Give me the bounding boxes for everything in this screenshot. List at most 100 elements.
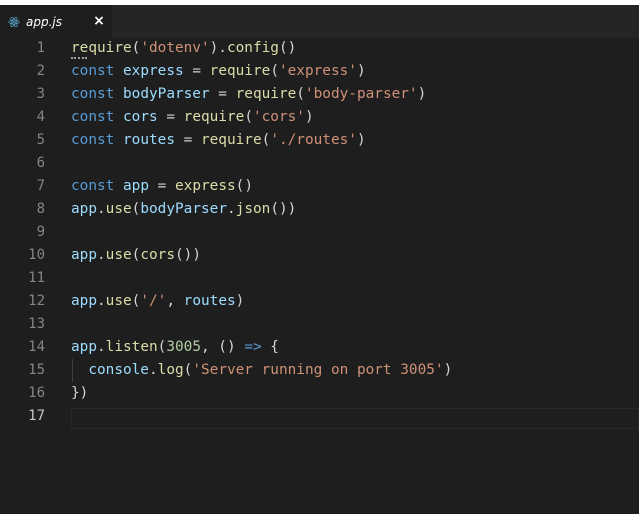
code-token: const (71, 132, 115, 148)
code-line[interactable]: const routes = require('./routes') (71, 129, 366, 152)
code-token: ) (356, 132, 366, 148)
code-token: , (166, 293, 184, 309)
code-token: const (71, 86, 115, 102)
line-number: 5 (36, 132, 45, 148)
line-number: 2 (36, 63, 45, 79)
tab-bar: app.js × (0, 5, 639, 38)
code-token: const (71, 109, 115, 125)
code-token: require (183, 109, 245, 125)
code-line[interactable]: }) (71, 382, 88, 405)
code-token: . (97, 293, 106, 309)
code-token: use (105, 247, 132, 263)
close-icon[interactable]: × (92, 13, 106, 29)
line-number: 10 (28, 247, 45, 263)
code-token: ). (209, 40, 227, 56)
code-token: app (71, 247, 97, 263)
code-token: app (123, 178, 149, 194)
code-token: . (148, 362, 158, 378)
code-token: routes (183, 293, 236, 309)
tab-filename: app.js (26, 14, 62, 29)
code-token: . (97, 201, 106, 217)
line-number: 13 (28, 316, 45, 332)
code-token: 'cors' (252, 109, 305, 125)
line-number: 9 (36, 224, 45, 240)
code-token: bodyParser (140, 201, 227, 217)
code-token: ( (261, 132, 271, 148)
line-number: 1 (36, 40, 45, 56)
code-token: bodyParser (123, 86, 210, 102)
code-line[interactable]: require('dotenv').config() (71, 37, 296, 60)
code-token: listen (105, 339, 158, 355)
line-number: 11 (28, 270, 45, 286)
code-line[interactable]: const app = express() (71, 175, 253, 198)
code-token: app (71, 201, 97, 217)
code-token: () (278, 40, 297, 56)
code-line[interactable]: const express = require('express') (71, 60, 366, 83)
line-number: 14 (28, 339, 45, 355)
code-token: => (244, 339, 262, 355)
code-token: , () (200, 339, 245, 355)
hint-squiggle (71, 54, 87, 59)
code-token: cors (140, 247, 175, 263)
code-token: () (235, 178, 253, 194)
line-number: 4 (36, 109, 45, 125)
code-line[interactable]: app.use(bodyParser.json()) (71, 198, 296, 221)
code-token: = (149, 178, 175, 194)
line-number: 8 (36, 201, 45, 217)
code-token: ( (270, 63, 279, 79)
code-token: ) (417, 86, 427, 102)
code-line[interactable]: app.listen(3005, () => { (71, 336, 279, 359)
code-editor[interactable]: 1 2 3 4 5 6 7 8 9 10 11 12 13 14 15 16 17 require('doten… (0, 38, 639, 514)
code-token: = (183, 63, 210, 79)
code-token: './routes' (270, 132, 357, 148)
code-token: cors (123, 109, 158, 125)
code-token: 'Server running on port 3005' (192, 362, 444, 378)
code-token: ) (356, 63, 366, 79)
code-token: ( (244, 109, 253, 125)
indent-guide (72, 359, 73, 382)
code-token: 'body-parser' (304, 86, 418, 102)
code-line[interactable]: app.use(cors()) (71, 244, 201, 267)
line-number: 15 (28, 362, 45, 378)
line-number: 3 (36, 86, 45, 102)
code-token: log (157, 362, 184, 378)
code-line[interactable]: const cors = require('cors') (71, 106, 314, 129)
code-line[interactable]: console.log('Server running on port 3005… (71, 359, 452, 382)
code-token: . (97, 247, 106, 263)
code-token: 3005 (166, 339, 201, 355)
code-token: . (226, 201, 236, 217)
code-token: const (71, 63, 115, 79)
code-token: = (209, 86, 236, 102)
code-token: ) (304, 109, 314, 125)
code-token: . (97, 339, 106, 355)
code-token: app (71, 339, 97, 355)
code-token: express (175, 178, 236, 194)
code-token: app (71, 293, 97, 309)
code-token: { (261, 339, 279, 355)
code-token: ()) (270, 201, 297, 217)
editor-window: app.js × 1 2 3 4 5 6 7 8 9 10 11 12 13 14 15 16 17 requi… (0, 0, 639, 514)
code-token: require (209, 63, 271, 79)
code-token: require (235, 86, 297, 102)
code-token: express (123, 63, 184, 79)
code-token: = (174, 132, 201, 148)
code-line[interactable]: const bodyParser = require('body-parser'… (71, 83, 426, 106)
line-number: 12 (28, 293, 45, 309)
code-token: ( (296, 86, 305, 102)
code-token: ) (443, 362, 453, 378)
react-atom-icon (8, 16, 20, 28)
code-token: ()) (175, 247, 201, 263)
code-token: '/' (140, 293, 167, 309)
line-number: 17 (28, 408, 45, 424)
code-token: 'express' (278, 63, 357, 79)
code-token: const (71, 178, 115, 194)
code-token: use (105, 201, 132, 217)
code-token: ) (235, 293, 245, 309)
tab-app-js[interactable]: app.js × (0, 5, 112, 38)
code-line[interactable]: app.use('/', routes) (71, 290, 244, 313)
